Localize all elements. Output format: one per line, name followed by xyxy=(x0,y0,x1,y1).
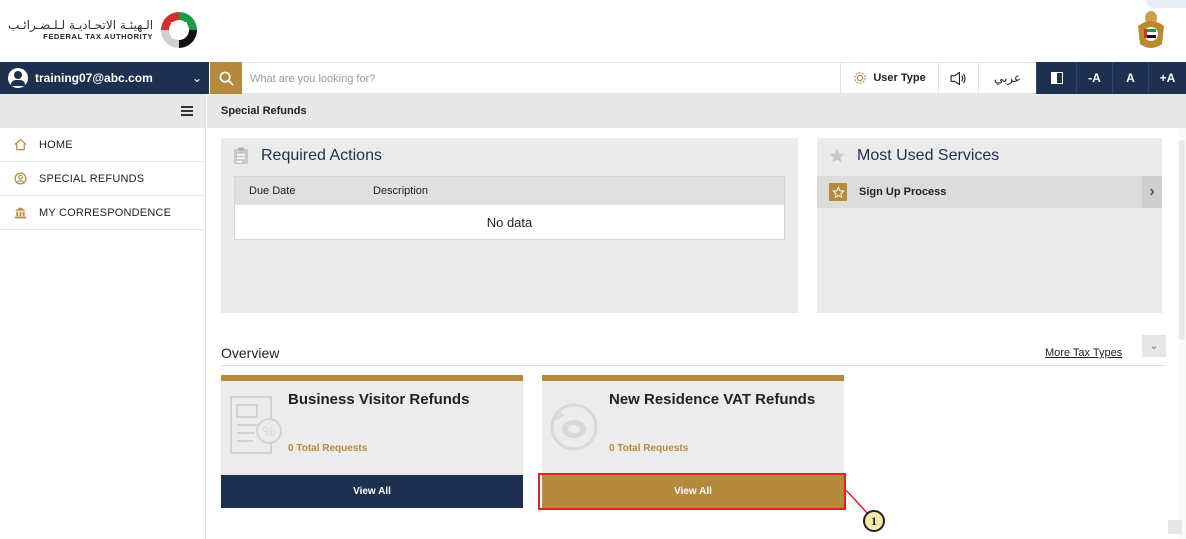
account-dropdown[interactable]: training07@abc.com ⌄ xyxy=(0,62,209,94)
user-type-label: User Type xyxy=(873,72,926,84)
service-label: Sign Up Process xyxy=(859,186,947,198)
font-normal-button[interactable]: A xyxy=(1112,62,1148,94)
home-icon xyxy=(13,138,27,152)
document-percent-icon: % xyxy=(230,396,282,454)
search-button[interactable] xyxy=(210,62,242,94)
panel-title-text: Required Actions xyxy=(261,147,382,164)
font-decrease-button[interactable]: -A xyxy=(1076,62,1112,94)
logo-english-text: FEDERAL TAX AUTHORITY xyxy=(43,32,154,41)
header-corner-decoration xyxy=(1146,0,1186,8)
clipboard-icon xyxy=(234,147,248,164)
user-avatar-icon xyxy=(8,68,28,88)
scrollbar-thumb[interactable] xyxy=(1179,140,1185,340)
chevron-down-icon: ⌄ xyxy=(1149,340,1159,352)
building-icon xyxy=(13,206,27,220)
overview-heading: Overview xyxy=(221,345,280,361)
sidebar-item-label: SPECIAL REFUNDS xyxy=(39,172,145,185)
required-actions-title: Required Actions xyxy=(233,147,382,165)
most-used-services-title: Most Used Services xyxy=(829,147,999,165)
step-number-badge: 1 xyxy=(863,510,885,532)
logo-arabic-text: الـهيئـة الاتحـاديـة لـلـضـرائـب xyxy=(8,18,154,32)
account-email: training07@abc.com xyxy=(35,71,153,85)
residence-refund-icon xyxy=(550,403,598,451)
sidebar-item-label: MY CORRESPONDENCE xyxy=(39,206,172,219)
language-toggle[interactable]: عربي xyxy=(978,63,1036,93)
overview-divider xyxy=(221,365,1166,366)
breadcrumb: Special Refunds xyxy=(207,94,1186,128)
more-tax-types-link[interactable]: More Tax Types xyxy=(1045,347,1122,359)
user-type-button[interactable]: User Type xyxy=(840,63,938,93)
service-sign-up-process[interactable]: Sign Up Process › xyxy=(817,176,1162,208)
svg-text:%: % xyxy=(263,423,275,439)
hamburger-menu-icon[interactable] xyxy=(181,106,193,116)
column-header-description[interactable]: Description xyxy=(373,185,428,197)
sidebar-item-my-correspondence[interactable]: MY CORRESPONDENCE xyxy=(0,196,205,230)
sidebar-item-home[interactable]: HOME xyxy=(0,128,205,162)
card-title: Business Visitor Refunds xyxy=(288,391,470,408)
uae-emblem-icon xyxy=(1138,11,1164,48)
card-request-count: 0 Total Requests xyxy=(288,443,368,454)
view-all-button[interactable]: View All xyxy=(221,475,523,508)
contrast-icon xyxy=(1050,72,1063,84)
sidebar: HOME SPECIAL REFUNDS MY CORRESPONDENCE xyxy=(0,94,206,539)
search-icon xyxy=(219,71,234,86)
fta-logo-icon xyxy=(161,12,198,48)
required-actions-panel: Required Actions Due Date Description No… xyxy=(221,138,798,313)
search-input[interactable] xyxy=(250,69,770,89)
collapse-toggle-button[interactable]: ⌄ xyxy=(1142,335,1166,357)
table-header: Due Date Description xyxy=(235,177,784,205)
panel-title-text: Most Used Services xyxy=(857,147,1000,164)
font-increase-button[interactable]: +A xyxy=(1148,62,1186,94)
sidebar-item-special-refunds[interactable]: SPECIAL REFUNDS xyxy=(0,162,205,196)
contrast-toggle[interactable] xyxy=(1036,62,1076,94)
logo-text: الـهيئـة الاتحـاديـة لـلـضـرائـب FEDERAL… xyxy=(8,18,153,42)
card-business-visitor-refunds: % Business Visitor Refunds 0 Total Reque… xyxy=(221,375,523,508)
site-header: الـهيئـة الاتحـاديـة لـلـضـرائـب FEDERAL… xyxy=(0,0,1186,62)
sidebar-toggle-row xyxy=(0,94,205,128)
star-icon xyxy=(829,148,845,163)
speaker-icon xyxy=(950,71,966,85)
scroll-down-button[interactable] xyxy=(1168,520,1182,534)
highlight-box xyxy=(538,473,846,510)
chevron-down-icon: ⌄ xyxy=(191,71,203,85)
empty-table-message: No data xyxy=(486,215,533,230)
card-request-count: 0 Total Requests xyxy=(609,443,689,454)
required-actions-table: Due Date Description No data xyxy=(234,176,785,240)
card-title: New Residence VAT Refunds xyxy=(609,391,816,408)
fta-logo[interactable]: الـهيئـة الاتحـاديـة لـلـضـرائـب FEDERAL… xyxy=(8,10,199,50)
most-used-services-panel: Most Used Services Sign Up Process › xyxy=(817,138,1162,313)
sidebar-item-label: HOME xyxy=(39,138,73,151)
column-header-due-date[interactable]: Due Date xyxy=(235,185,373,197)
refund-icon xyxy=(13,172,27,186)
gear-icon xyxy=(854,72,867,84)
star-outline-icon xyxy=(829,183,847,201)
text-to-speech-button[interactable] xyxy=(938,63,978,93)
top-toolbar: training07@abc.com ⌄ User Type عربي -A A… xyxy=(0,62,1186,94)
chevron-right-icon[interactable]: › xyxy=(1142,176,1162,208)
